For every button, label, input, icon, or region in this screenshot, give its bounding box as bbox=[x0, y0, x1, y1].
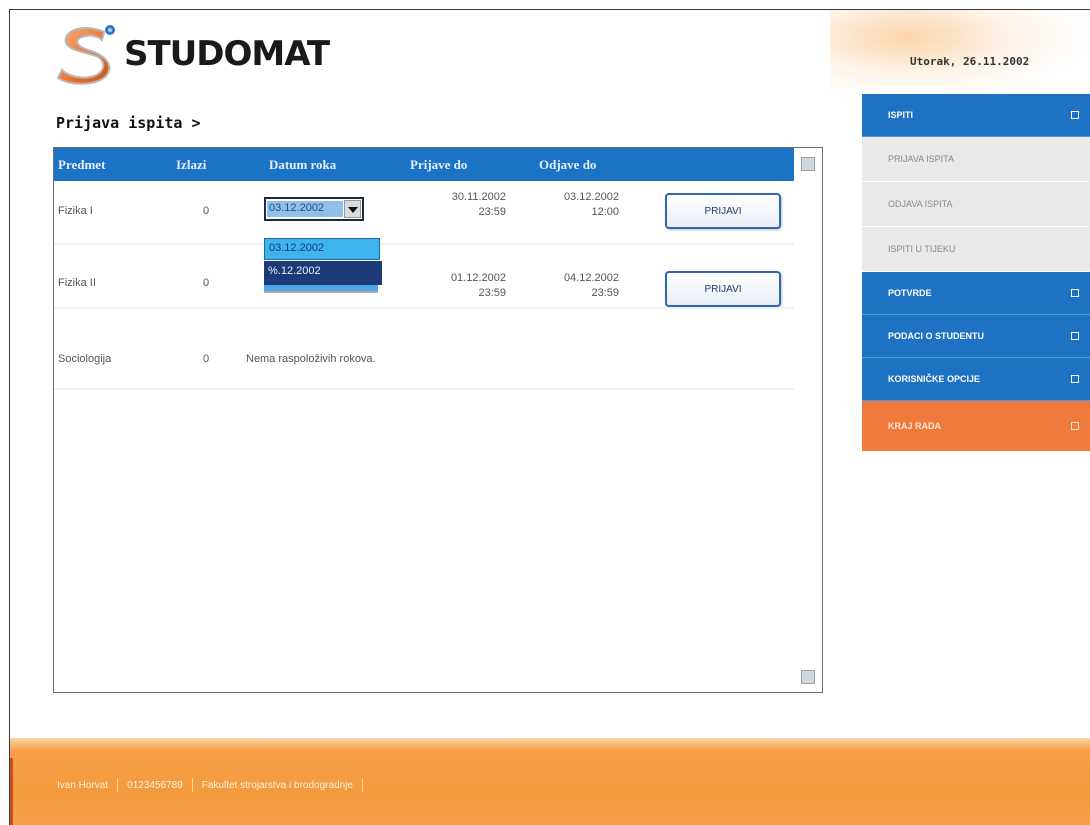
column-header-prijave-do: Prijave do bbox=[410, 157, 468, 172]
table-scrollbar[interactable] bbox=[794, 148, 822, 692]
sidebar-item-label: KRAJ RADA bbox=[888, 421, 942, 431]
footer-edge bbox=[10, 758, 13, 825]
exam-date-dropdown-list[interactable]: 03.12.2002 %.12.2002 bbox=[264, 238, 383, 301]
studomat-s-logo-icon bbox=[52, 22, 122, 86]
attempt-count: 0 bbox=[203, 205, 210, 217]
footer-links: Ivan Horvat 0123456789 Fakultet strojars… bbox=[48, 778, 363, 792]
sidebar: ISPITI PRIJAVA ISPITA ODJAVA ISPITA ISPI… bbox=[862, 94, 1090, 451]
expand-icon bbox=[1071, 375, 1079, 383]
expand-icon bbox=[1071, 289, 1079, 297]
sidebar-item-odjava-ispita[interactable]: ODJAVA ISPITA bbox=[862, 182, 1090, 227]
prijave-do: 30.11.2002 23:59 bbox=[416, 190, 506, 220]
column-header-odjave-do: Odjave do bbox=[539, 157, 597, 172]
sidebar-item-label: POTVRDE bbox=[888, 288, 932, 298]
exam-table: Predmet Izlazi Datum roka Prijave do Odj… bbox=[53, 147, 823, 693]
row-divider bbox=[54, 388, 794, 390]
column-header-datum-roka: Datum roka bbox=[269, 157, 337, 172]
odjave-date: 03.12.2002 bbox=[563, 191, 619, 203]
odjave-do: 03.12.2002 12:00 bbox=[529, 190, 619, 220]
prijave-date: 01.12.2002 bbox=[450, 272, 506, 284]
attempt-count: 0 bbox=[203, 353, 210, 365]
logo[interactable]: STUDOMAT bbox=[52, 22, 330, 86]
dropdown-arrow-icon[interactable] bbox=[344, 200, 361, 218]
subject-name: Fizika II bbox=[58, 277, 96, 289]
odjave-date: 04.12.2002 bbox=[563, 272, 619, 284]
sidebar-item-kraj-rada[interactable]: KRAJ RADA bbox=[862, 401, 1090, 451]
table-row: Sociologija 0 Nema raspoloživih rokova. bbox=[54, 309, 794, 390]
sidebar-item-label: PODACI O STUDENTU bbox=[888, 331, 985, 341]
table-row: Fizika II 0 01.12.2002 23:59 04.12.2002 … bbox=[54, 245, 794, 309]
odjave-time: 12:00 bbox=[591, 206, 619, 218]
faculty-name: Fakultet strojarstva i brodogradnje bbox=[201, 779, 353, 791]
prijave-time: 23:59 bbox=[478, 206, 506, 218]
subject-name: Fizika I bbox=[58, 205, 93, 217]
sidebar-item-label: ISPITI U TIJEKU bbox=[888, 244, 956, 254]
header: STUDOMAT Utorak, 26.11.2002 bbox=[10, 10, 1090, 100]
column-header-predmet: Predmet bbox=[58, 157, 106, 172]
sidebar-item-korisnicke-opcije[interactable]: KORISNIČKE OPCIJE bbox=[862, 358, 1090, 401]
sidebar-item-label: ISPITI bbox=[888, 110, 914, 120]
prijavi-button[interactable]: PRIJAVI bbox=[665, 271, 781, 307]
attempt-count: 0 bbox=[203, 277, 210, 289]
scroll-down-arrow-icon[interactable] bbox=[801, 670, 815, 684]
odjave-time: 23:59 bbox=[591, 287, 619, 299]
table-header: Predmet Izlazi Datum roka Prijave do Odj… bbox=[54, 148, 794, 181]
subject-name: Sociologija bbox=[58, 353, 112, 365]
scroll-up-arrow-icon[interactable] bbox=[801, 157, 815, 171]
selected-date: 03.12.2002 bbox=[267, 201, 343, 217]
sidebar-item-potvrde[interactable]: POTVRDE bbox=[862, 272, 1090, 315]
sidebar-item-ispiti-u-tijeku[interactable]: ISPITI U TIJEKU bbox=[862, 227, 1090, 272]
exam-date-select[interactable]: 03.12.2002 bbox=[264, 197, 364, 221]
prijave-time: 23:59 bbox=[478, 287, 506, 299]
studomat-window: STUDOMAT Utorak, 26.11.2002 Prijava ispi… bbox=[9, 9, 1090, 825]
current-date: Utorak, 26.11.2002 bbox=[910, 55, 1030, 68]
sidebar-item-podaci-o-studentu[interactable]: PODACI O STUDENTU bbox=[862, 315, 1090, 358]
sidebar-item-label: ODJAVA ISPITA bbox=[888, 199, 953, 209]
column-header-izlazi: Izlazi bbox=[176, 157, 207, 172]
sidebar-item-label: KORISNIČKE OPCIJE bbox=[888, 374, 981, 384]
logout-icon bbox=[1071, 422, 1079, 430]
dropdown-option[interactable]: 03.12.2002 bbox=[264, 238, 380, 260]
dropdown-scroll-edge bbox=[264, 285, 378, 293]
table-row: Fizika I 0 03.12.2002 30.11.2002 23:59 0… bbox=[54, 181, 794, 245]
brand-name: STUDOMAT bbox=[124, 34, 330, 74]
prijave-date: 30.11.2002 bbox=[451, 191, 506, 203]
student-name: Ivan Horvat bbox=[57, 779, 109, 791]
expand-icon bbox=[1071, 332, 1079, 340]
footer-divider bbox=[361, 778, 363, 792]
sidebar-item-ispiti[interactable]: ISPITI bbox=[862, 94, 1090, 137]
dropdown-option[interactable]: %.12.2002 bbox=[264, 261, 382, 285]
student-id: 0123456789 bbox=[127, 779, 183, 791]
collapse-icon bbox=[1071, 111, 1079, 119]
footer: Ivan Horvat 0123456789 Fakultet strojars… bbox=[10, 738, 1090, 825]
page-title: Prijava ispita > bbox=[56, 114, 201, 132]
sidebar-item-prijava-ispita[interactable]: PRIJAVA ISPITA bbox=[862, 137, 1090, 182]
prijavi-button[interactable]: PRIJAVI bbox=[665, 193, 781, 229]
sidebar-item-label: PRIJAVA ISPITA bbox=[888, 154, 955, 164]
odjave-do: 04.12.2002 23:59 bbox=[529, 271, 619, 301]
no-terms-message: Nema raspoloživih rokova. bbox=[246, 353, 376, 365]
prijave-do: 01.12.2002 23:59 bbox=[416, 271, 506, 301]
